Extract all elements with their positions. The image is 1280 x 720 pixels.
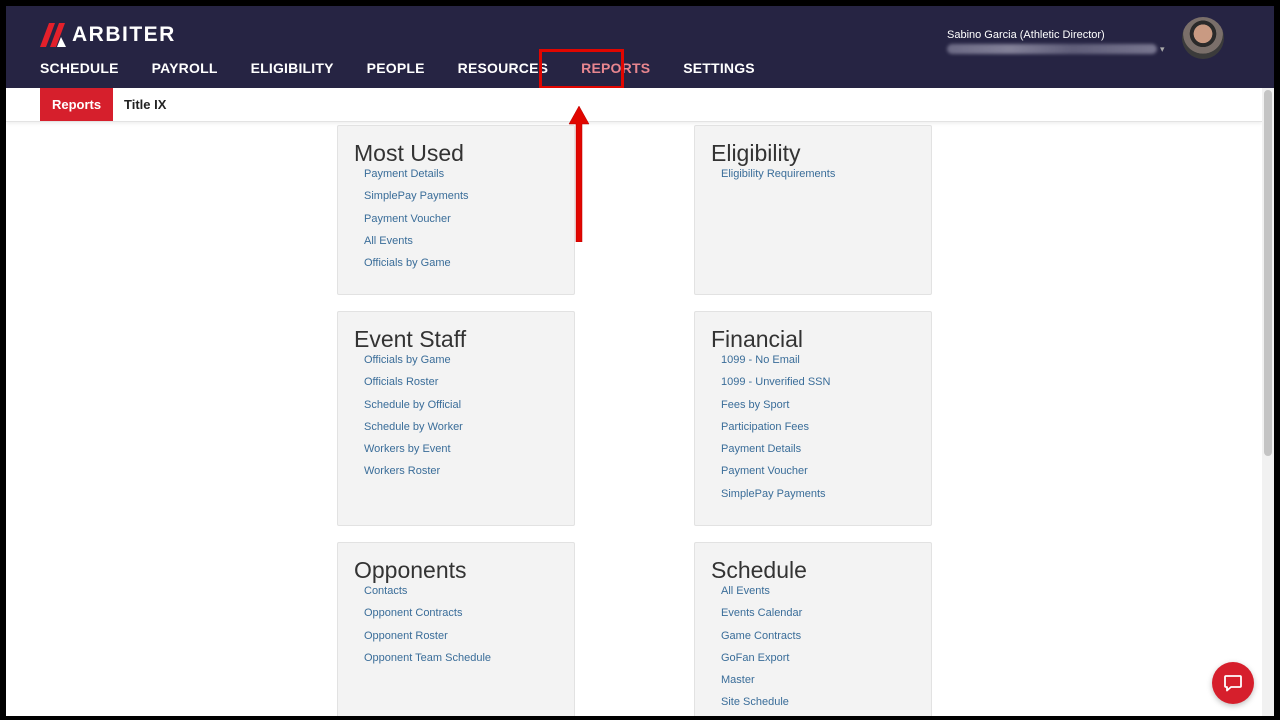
- report-link[interactable]: Schedule by Worker: [364, 420, 574, 442]
- report-link[interactable]: Opponent Team Schedule: [364, 651, 574, 673]
- section-financial: Financial 1099 - No Email 1099 - Unverif…: [694, 311, 932, 526]
- report-link[interactable]: Events Calendar: [721, 606, 931, 628]
- report-link[interactable]: Master: [721, 673, 931, 695]
- red-arrow-annotation: [568, 106, 590, 242]
- nav-schedule[interactable]: SCHEDULE: [40, 60, 119, 76]
- report-link[interactable]: 1099 - No Email: [721, 353, 931, 375]
- report-link[interactable]: Game Contracts: [721, 629, 931, 651]
- section-title: Most Used: [354, 140, 464, 166]
- section-schedule: Schedule All Events Events Calendar Game…: [694, 542, 932, 716]
- report-link[interactable]: Eligibility Requirements: [721, 167, 931, 189]
- chevron-down-icon[interactable]: ▾: [1160, 44, 1165, 55]
- section-title: Opponents: [354, 557, 467, 583]
- scrollbar-thumb[interactable]: [1264, 90, 1272, 456]
- brand-name: ARBITER: [72, 23, 176, 46]
- report-link[interactable]: SimplePay Payments: [364, 189, 574, 211]
- arbiter-logo-icon: [40, 23, 66, 47]
- report-link[interactable]: Participation Fees: [721, 420, 931, 442]
- section-most-used: Most Used Payment Details SimplePay Paym…: [337, 125, 575, 295]
- report-link[interactable]: 1099 - Unverified SSN: [721, 375, 931, 397]
- main-nav: SCHEDULE PAYROLL ELIGIBILITY PEOPLE RESO…: [40, 60, 788, 76]
- user-organization-blurred: [947, 44, 1157, 54]
- report-link[interactable]: Payment Details: [364, 167, 574, 189]
- scrollbar[interactable]: [1262, 88, 1274, 716]
- section-title: Schedule: [711, 557, 807, 583]
- top-navigation-bar: ARBITER SCHEDULE PAYROLL ELIGIBILITY PEO…: [6, 6, 1274, 89]
- nav-eligibility[interactable]: ELIGIBILITY: [251, 60, 334, 76]
- report-link[interactable]: Payment Details: [721, 442, 931, 464]
- report-link[interactable]: Schedule by Official: [364, 398, 574, 420]
- report-link[interactable]: SimplePay Payments: [721, 487, 931, 509]
- report-link[interactable]: Workers Roster: [364, 464, 574, 486]
- nav-payroll[interactable]: PAYROLL: [152, 60, 218, 76]
- report-link[interactable]: Opponent Contracts: [364, 606, 574, 628]
- report-link[interactable]: Officials by Game: [364, 256, 574, 278]
- report-link[interactable]: Contacts: [364, 584, 574, 606]
- section-event-staff: Event Staff Officials by Game Officials …: [337, 311, 575, 526]
- report-link[interactable]: All Events: [721, 584, 931, 606]
- report-link[interactable]: Officials by Game: [364, 353, 574, 375]
- report-link[interactable]: All Events: [364, 234, 574, 256]
- report-link[interactable]: Fees by Sport: [721, 398, 931, 420]
- chat-bubble-icon: [1224, 675, 1242, 692]
- sub-navigation: Reports Title IX: [6, 88, 1262, 122]
- arbiter-logo[interactable]: ARBITER: [40, 23, 176, 47]
- chat-button[interactable]: [1212, 662, 1254, 704]
- tab-title-ix[interactable]: Title IX: [112, 88, 178, 121]
- report-link[interactable]: Opponent Roster: [364, 629, 574, 651]
- user-name[interactable]: Sabino Garcia (Athletic Director): [947, 29, 1105, 41]
- tab-reports[interactable]: Reports: [40, 88, 114, 121]
- report-link[interactable]: Site Schedule: [721, 695, 931, 716]
- report-link[interactable]: Payment Voucher: [364, 212, 574, 234]
- app-window: ARBITER SCHEDULE PAYROLL ELIGIBILITY PEO…: [6, 6, 1274, 716]
- avatar[interactable]: [1182, 17, 1224, 59]
- nav-settings[interactable]: SETTINGS: [683, 60, 755, 76]
- section-opponents: Opponents Contacts Opponent Contracts Op…: [337, 542, 575, 716]
- report-link[interactable]: Payment Voucher: [721, 464, 931, 486]
- reports-highlight-annotation: [539, 49, 624, 89]
- section-title: Event Staff: [354, 326, 467, 352]
- section-title: Financial: [711, 326, 804, 352]
- section-title: Eligibility: [711, 140, 801, 166]
- nav-resources[interactable]: RESOURCES: [458, 60, 548, 76]
- report-link[interactable]: GoFan Export: [721, 651, 931, 673]
- nav-people[interactable]: PEOPLE: [367, 60, 425, 76]
- report-link[interactable]: Officials Roster: [364, 375, 574, 397]
- report-link[interactable]: Workers by Event: [364, 442, 574, 464]
- section-eligibility: Eligibility Eligibility Requirements: [694, 125, 932, 295]
